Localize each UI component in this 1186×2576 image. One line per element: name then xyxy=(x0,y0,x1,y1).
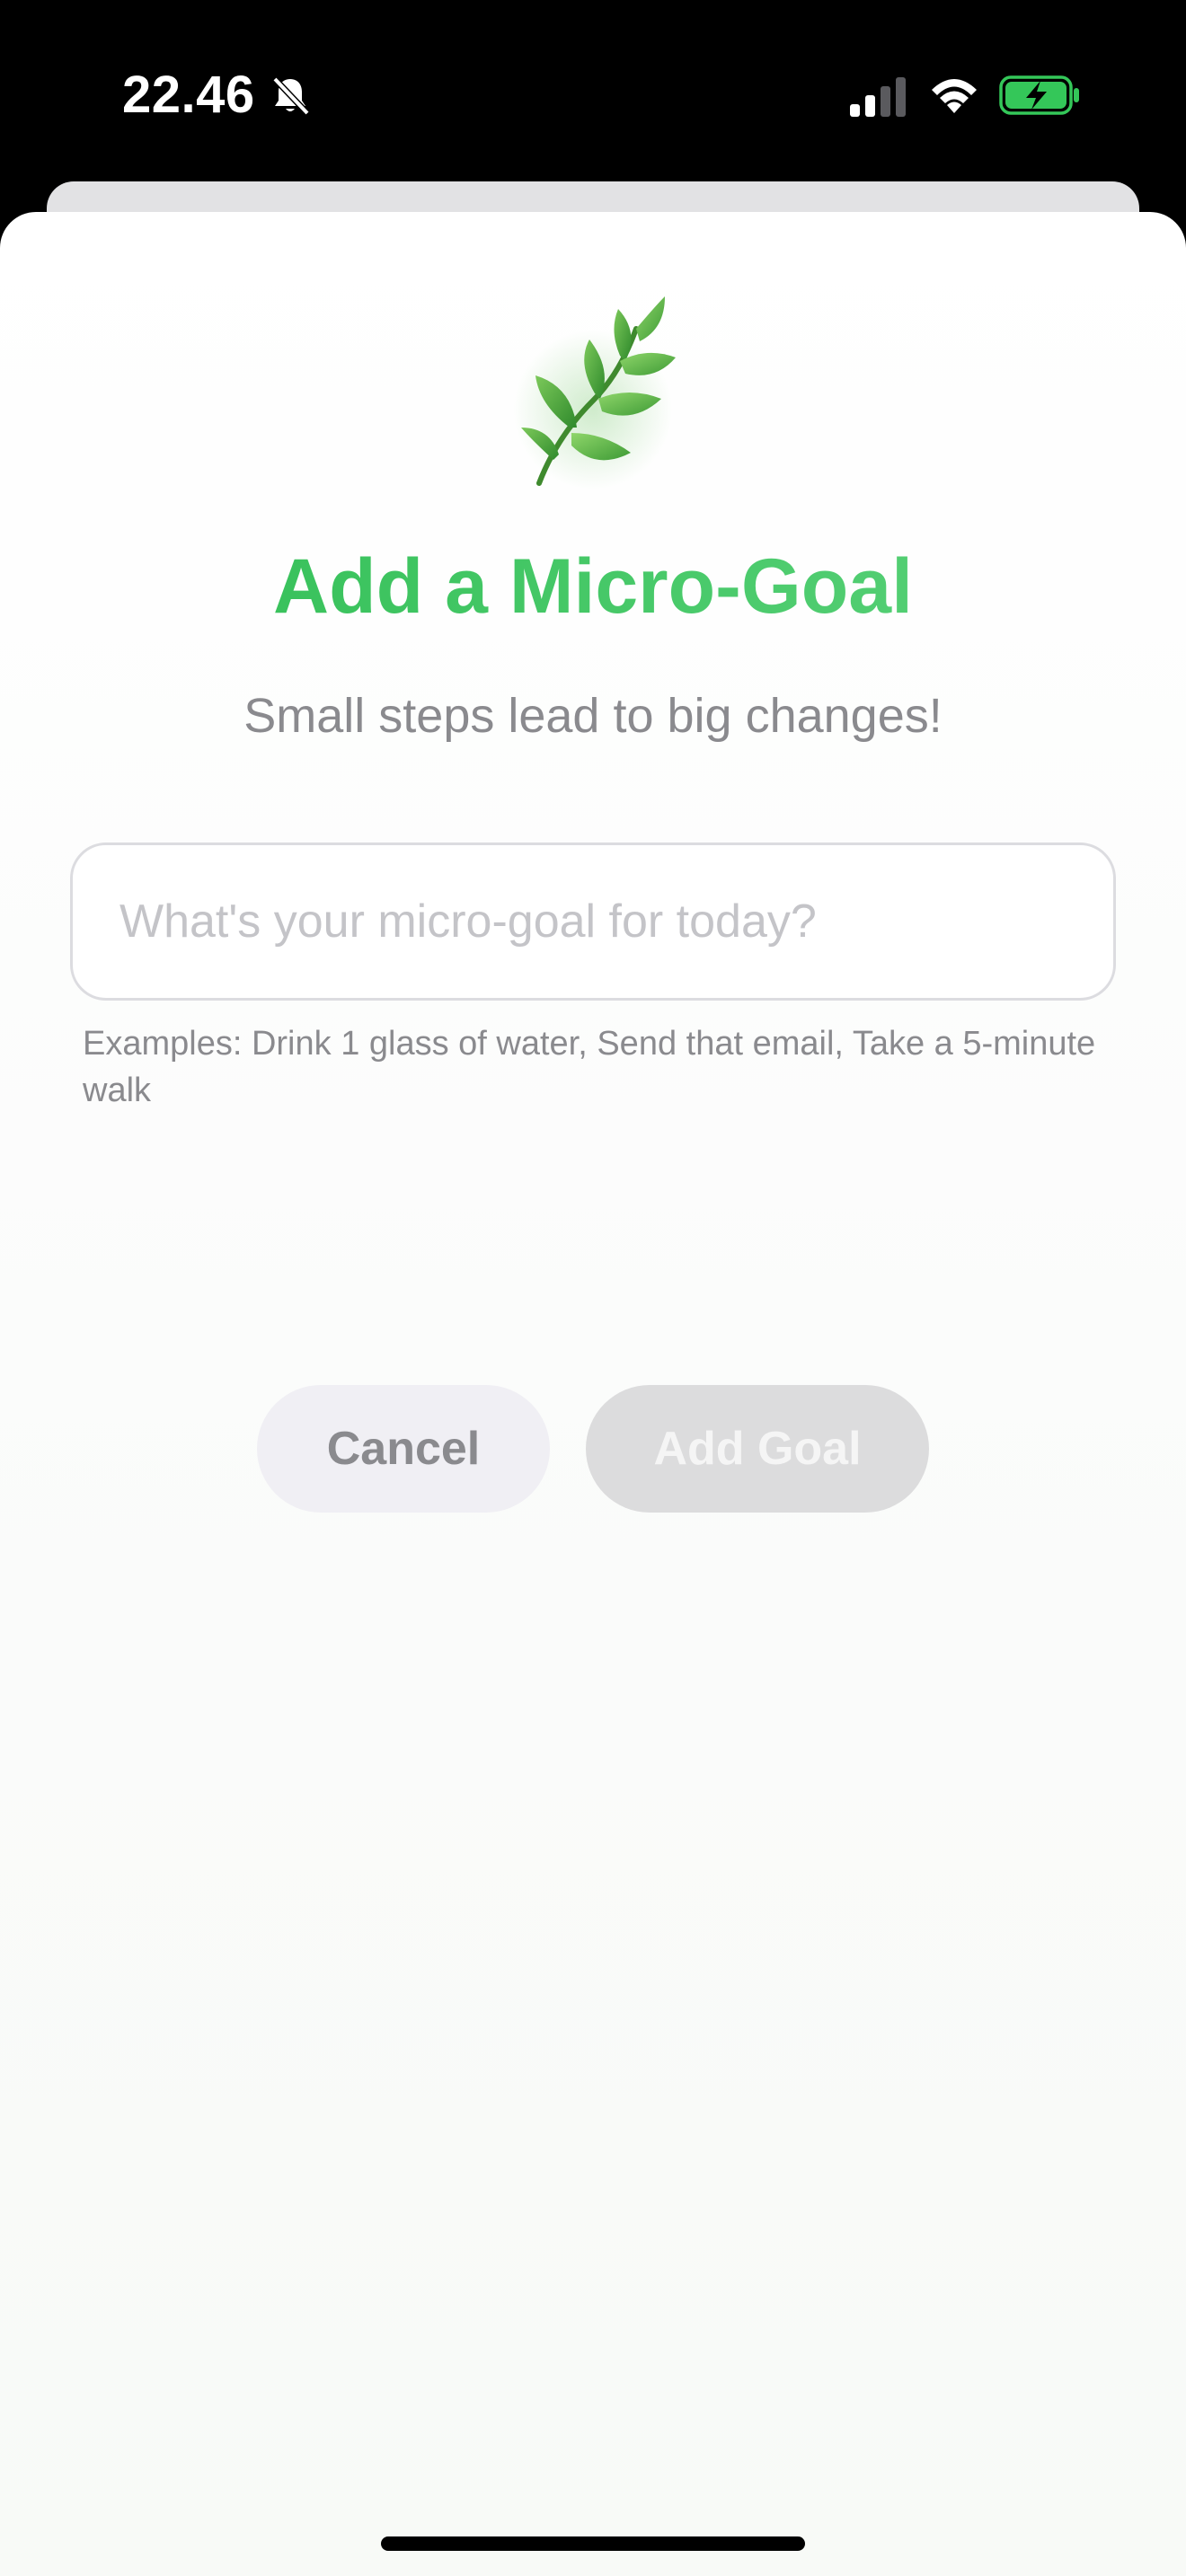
hero-icon-container xyxy=(485,293,701,508)
battery-charging-icon xyxy=(999,75,1079,115)
app-screen: 22.46 Add a Micro-Goal Small steps lead … xyxy=(0,0,1186,2576)
home-indicator[interactable] xyxy=(381,2536,805,2551)
status-time: 22.46 xyxy=(122,66,255,124)
examples-hint: Examples: Drink 1 glass of water, Send t… xyxy=(83,1025,1096,1109)
wifi-icon xyxy=(932,79,977,113)
sheet-title: Add a Micro-Goal xyxy=(0,543,1186,631)
bell-slash-icon xyxy=(272,76,310,116)
status-bar: 22.46 xyxy=(0,0,1186,180)
sheet-subtitle: Small steps lead to big changes! xyxy=(243,689,943,743)
cellular-signal-icon xyxy=(850,77,906,117)
herb-leaf-icon xyxy=(521,296,676,486)
cancel-button[interactable]: Cancel xyxy=(257,1385,550,1513)
add-goal-sheet: Add a Micro-Goal Small steps lead to big… xyxy=(0,212,1186,2576)
micro-goal-input[interactable] xyxy=(70,842,1116,1001)
add-goal-button[interactable]: Add Goal xyxy=(586,1385,929,1513)
